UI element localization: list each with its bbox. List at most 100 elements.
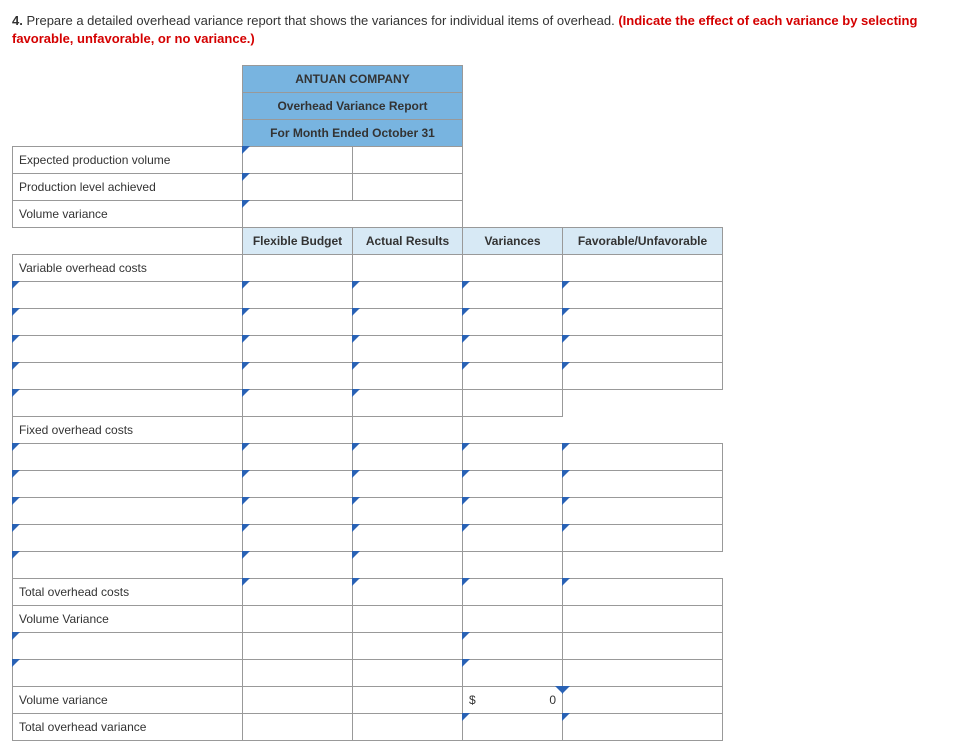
var-item-4-var[interactable] bbox=[463, 363, 563, 390]
fix-item-1-fb[interactable] bbox=[243, 444, 353, 471]
var-item-5-label[interactable] bbox=[13, 390, 243, 417]
var-item-3-label[interactable] bbox=[13, 336, 243, 363]
vol-sec-ar bbox=[353, 606, 463, 633]
vol-item-1-fb bbox=[243, 633, 353, 660]
var-item-3-var[interactable] bbox=[463, 336, 563, 363]
fix-item-3-label[interactable] bbox=[13, 498, 243, 525]
var-item-2-label[interactable] bbox=[13, 309, 243, 336]
fix-item-3-ar[interactable] bbox=[353, 498, 463, 525]
vol-item-2-fu bbox=[563, 660, 723, 687]
tot-var-var[interactable] bbox=[463, 714, 563, 741]
fix-item-4-ar[interactable] bbox=[353, 525, 463, 552]
row-total-overhead-variance: Total overhead variance bbox=[13, 714, 243, 741]
tot-var-fu[interactable] bbox=[563, 714, 723, 741]
row-fixed-overhead-label: Fixed overhead costs bbox=[13, 417, 243, 444]
fixed-oh-ar bbox=[353, 417, 463, 444]
total-oh-fb[interactable] bbox=[243, 579, 353, 606]
fix-item-4-fb[interactable] bbox=[243, 525, 353, 552]
total-oh-ar[interactable] bbox=[353, 579, 463, 606]
var-item-2-ar[interactable] bbox=[353, 309, 463, 336]
vol-res-currency: $ bbox=[469, 693, 476, 707]
vol-item-2-var[interactable] bbox=[463, 660, 563, 687]
fix-item-5-label[interactable] bbox=[13, 552, 243, 579]
var-item-2-fb[interactable] bbox=[243, 309, 353, 336]
fix-item-2-var[interactable] bbox=[463, 471, 563, 498]
fix-item-1-var[interactable] bbox=[463, 444, 563, 471]
instruction-block: 4. Prepare a detailed overhead variance … bbox=[12, 12, 955, 47]
report-title-header: Overhead Variance Report bbox=[243, 93, 463, 120]
vol-res-fb bbox=[243, 687, 353, 714]
fix-item-1-fu[interactable] bbox=[563, 444, 723, 471]
vol-item-1-fu bbox=[563, 633, 723, 660]
var-item-5-fb[interactable] bbox=[243, 390, 353, 417]
total-oh-fu[interactable] bbox=[563, 579, 723, 606]
vol-sec-var bbox=[463, 606, 563, 633]
var-item-2-fu[interactable] bbox=[563, 309, 723, 336]
tot-var-ar bbox=[353, 714, 463, 741]
var-item-3-ar[interactable] bbox=[353, 336, 463, 363]
period-header: For Month Ended October 31 bbox=[243, 120, 463, 147]
var-item-3-fu[interactable] bbox=[563, 336, 723, 363]
production-achieved-value-2[interactable] bbox=[353, 174, 463, 201]
var-item-5-var bbox=[463, 390, 563, 417]
fix-item-5-var bbox=[463, 552, 563, 579]
fix-item-3-fb[interactable] bbox=[243, 498, 353, 525]
fix-item-3-var[interactable] bbox=[463, 498, 563, 525]
instruction-text: Prepare a detailed overhead variance rep… bbox=[26, 13, 618, 28]
variable-oh-fb bbox=[243, 255, 353, 282]
var-item-3-fb[interactable] bbox=[243, 336, 353, 363]
fixed-oh-fb bbox=[243, 417, 353, 444]
var-item-4-fu[interactable] bbox=[563, 363, 723, 390]
production-achieved-value-1[interactable] bbox=[243, 174, 353, 201]
fix-item-1-ar[interactable] bbox=[353, 444, 463, 471]
vol-item-1-ar bbox=[353, 633, 463, 660]
var-item-4-fb[interactable] bbox=[243, 363, 353, 390]
volume-variance-top-value[interactable] bbox=[243, 201, 463, 228]
expected-production-value-1[interactable] bbox=[243, 147, 353, 174]
fix-item-2-fu[interactable] bbox=[563, 471, 723, 498]
col-flexible-budget: Flexible Budget bbox=[243, 228, 353, 255]
vol-sec-fb bbox=[243, 606, 353, 633]
fix-item-5-ar[interactable] bbox=[353, 552, 463, 579]
vol-item-1-label[interactable] bbox=[13, 633, 243, 660]
fix-item-1-label[interactable] bbox=[13, 444, 243, 471]
row-expected-production: Expected production volume bbox=[13, 147, 243, 174]
vol-res-ar bbox=[353, 687, 463, 714]
company-header: ANTUAN COMPANY bbox=[243, 66, 463, 93]
row-volume-variance-top: Volume variance bbox=[13, 201, 243, 228]
vol-item-2-ar bbox=[353, 660, 463, 687]
col-actual-results: Actual Results bbox=[353, 228, 463, 255]
question-number: 4. bbox=[12, 13, 23, 28]
vol-res-var[interactable]: $ 0 bbox=[463, 687, 563, 714]
fix-item-2-label[interactable] bbox=[13, 471, 243, 498]
fix-item-5-fb[interactable] bbox=[243, 552, 353, 579]
fix-item-4-label[interactable] bbox=[13, 525, 243, 552]
row-production-achieved: Production level achieved bbox=[13, 174, 243, 201]
variance-report-table: ANTUAN COMPANY Overhead Variance Report … bbox=[12, 65, 723, 741]
fix-item-3-fu[interactable] bbox=[563, 498, 723, 525]
var-item-4-ar[interactable] bbox=[353, 363, 463, 390]
vol-sec-fu bbox=[563, 606, 723, 633]
var-item-1-fb[interactable] bbox=[243, 282, 353, 309]
variable-oh-ar bbox=[353, 255, 463, 282]
fix-item-2-fb[interactable] bbox=[243, 471, 353, 498]
vol-item-1-var[interactable] bbox=[463, 633, 563, 660]
var-item-5-ar[interactable] bbox=[353, 390, 463, 417]
var-item-1-fu[interactable] bbox=[563, 282, 723, 309]
vol-item-2-fb bbox=[243, 660, 353, 687]
vol-item-2-label[interactable] bbox=[13, 660, 243, 687]
var-item-1-var[interactable] bbox=[463, 282, 563, 309]
fix-item-4-fu[interactable] bbox=[563, 525, 723, 552]
total-oh-var[interactable] bbox=[463, 579, 563, 606]
col-variances: Variances bbox=[463, 228, 563, 255]
tot-var-fb bbox=[243, 714, 353, 741]
var-item-4-label[interactable] bbox=[13, 363, 243, 390]
var-item-1-label[interactable] bbox=[13, 282, 243, 309]
fix-item-2-ar[interactable] bbox=[353, 471, 463, 498]
vol-res-fu[interactable] bbox=[563, 687, 723, 714]
fix-item-4-var[interactable] bbox=[463, 525, 563, 552]
row-volume-variance-result: Volume variance bbox=[13, 687, 243, 714]
var-item-2-var[interactable] bbox=[463, 309, 563, 336]
expected-production-value-2[interactable] bbox=[353, 147, 463, 174]
var-item-1-ar[interactable] bbox=[353, 282, 463, 309]
